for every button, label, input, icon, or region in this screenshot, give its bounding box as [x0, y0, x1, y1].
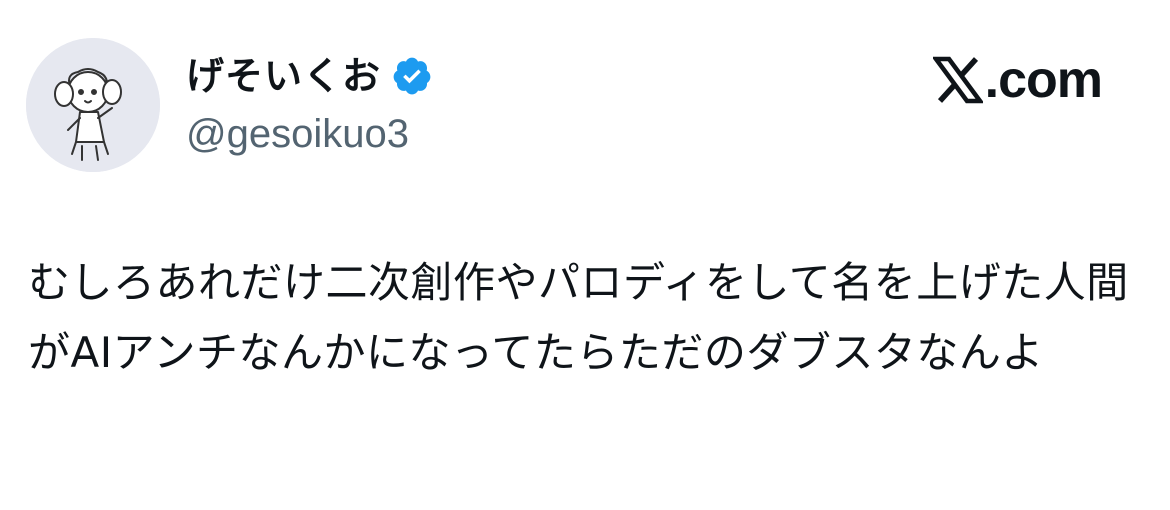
x-logo-icon [932, 56, 983, 104]
brand-text: .com [984, 51, 1103, 109]
post-text: むしろあれだけ二次創作やパロディをして名を上げた人間がAIアンチなんかになってた… [28, 258, 1129, 377]
avatar[interactable] [26, 38, 160, 172]
verified-badge-icon [391, 55, 433, 97]
avatar-illustration [26, 38, 160, 172]
author-handle[interactable]: @gesoikuo3 [186, 108, 409, 160]
post-card: げそいくお @gesoikuo3 .com むしろあれだけ二次創作やパロディをし… [0, 0, 1170, 510]
brand-logo[interactable]: .com [932, 50, 1103, 110]
display-name[interactable]: げそいくお [186, 50, 381, 102]
author-name-row: げそいくお [186, 50, 433, 102]
